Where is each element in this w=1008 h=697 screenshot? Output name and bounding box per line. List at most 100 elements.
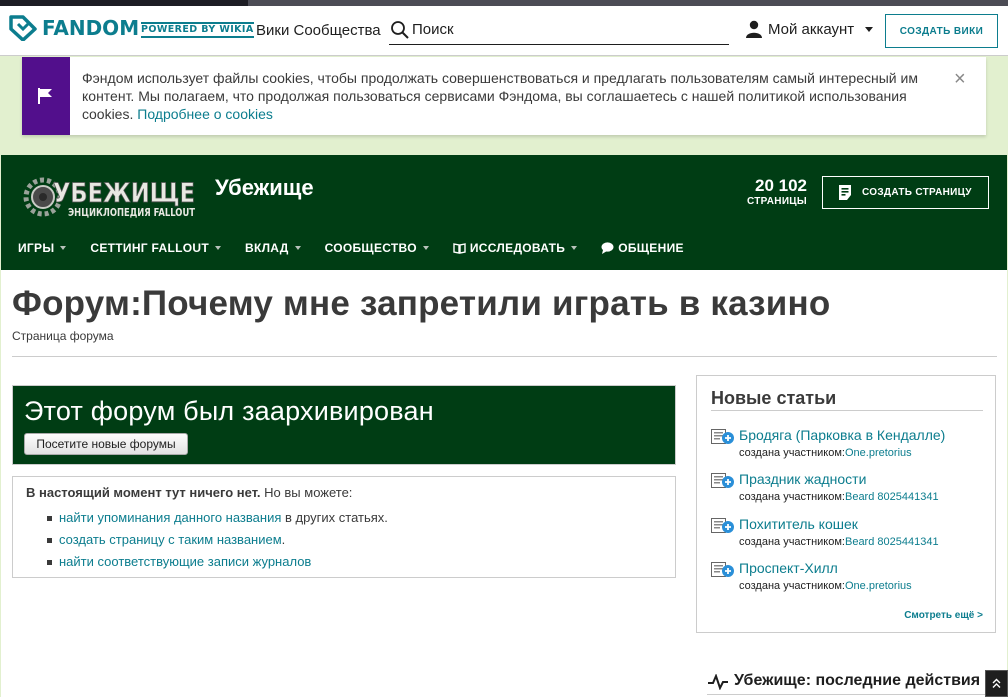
article-link[interactable]: Бродяга (Парковка в Кендалле)	[739, 427, 945, 443]
scroll-to-top-button[interactable]	[985, 670, 1008, 697]
no-article-rest: Но вы можете:	[260, 485, 353, 500]
chevron-down-icon	[214, 246, 221, 250]
article-link[interactable]: Проспект-Хилл	[739, 560, 838, 576]
speech-bubble-icon	[601, 242, 614, 254]
create-page-label: СОЗДАТЬ СТРАНИЦУ	[862, 187, 972, 198]
nav-explore[interactable]: ИССЛЕДОВАТЬ	[453, 241, 578, 255]
new-page-icon	[711, 562, 734, 577]
article-byline: создана участником:One.pretorius	[739, 447, 912, 459]
list-item: создать страницу с таким названием.	[47, 532, 662, 548]
wiki-name[interactable]: Убежище	[215, 175, 314, 201]
search-input[interactable]	[412, 21, 712, 38]
community-nav: ИГРЫ СЕТТИНГ FALLOUT ВКЛАД СООБЩЕСТВО ИС…	[18, 241, 708, 255]
archive-heading: Этот форум был заархивирован	[24, 396, 434, 426]
chevron-down-icon	[422, 246, 429, 250]
create-page-link[interactable]: создать страницу с таким названием	[59, 532, 282, 547]
byline-prefix: создана участником:	[739, 580, 845, 592]
nav-label: СЕТТИНГ FALLOUT	[90, 241, 209, 255]
article-link[interactable]: Праздник жадности	[739, 471, 866, 487]
nav-community[interactable]: СООБЩЕСТВО	[325, 241, 429, 255]
wordmark-subtitle: ЭНЦИКЛОПЕДИЯ FALLOUT	[68, 206, 195, 219]
no-article-box: В настоящий момент тут ничего нет. Но вы…	[12, 476, 676, 578]
recent-activity-heading: Убежище: последние действия	[734, 672, 981, 689]
fandom-wordmark: FANDOM	[42, 16, 140, 40]
nav-label: СООБЩЕСТВО	[324, 241, 417, 255]
cookie-policy-link[interactable]: Подробнее о cookies	[137, 106, 273, 122]
chevron-down-icon	[571, 246, 578, 250]
see-more-link[interactable]: Смотреть ещё >	[904, 610, 983, 621]
search-logs-link[interactable]: найти соответствующие записи журналов	[59, 554, 311, 569]
cookie-banner: Фэндом использует файлы cookies, чтобы п…	[22, 57, 986, 135]
recent-activity-module: Убежище: последние действия	[707, 672, 1007, 697]
nav-discuss[interactable]: ОБЩЕНИЕ	[601, 241, 684, 255]
wikis-communities-link[interactable]: Вики Сообщества	[256, 22, 381, 39]
visit-new-forums-button[interactable]: Посетите новые форумы	[24, 433, 188, 455]
user-icon	[746, 20, 762, 38]
user-link[interactable]: One.pretorius	[845, 580, 912, 592]
nav-games[interactable]: ИГРЫ	[18, 241, 67, 255]
my-account-label: Мой аккаунт	[768, 20, 855, 38]
new-articles-module: Новые статьи Бродяга (Парковка в Кендалл…	[696, 375, 996, 633]
flag-icon	[22, 57, 70, 135]
new-articles-heading: Новые статьи	[711, 388, 837, 408]
new-page-icon	[711, 518, 734, 533]
article-byline: создана участником:Beard 8025441341	[739, 536, 939, 548]
nav-label: ИССЛЕДОВАТЬ	[469, 241, 566, 255]
no-article-bold: В настоящий момент тут ничего нет.	[26, 485, 261, 500]
global-navigation: FANDOM POWERED BY WIKIA Вики Сообщества …	[0, 6, 1008, 56]
article-link[interactable]: Похититель кошек	[739, 516, 858, 532]
page-subtitle: Страница форума	[12, 329, 114, 343]
search-title-link[interactable]: найти упоминания данного названия	[59, 510, 281, 525]
divider	[12, 356, 997, 357]
cookie-banner-text: Фэндом использует файлы cookies, чтобы п…	[82, 69, 942, 123]
user-link[interactable]: One.pretorius	[845, 447, 912, 459]
new-page-icon	[711, 429, 734, 444]
list-item-suffix: .	[281, 532, 286, 547]
nav-label: ОБЩЕНИЕ	[618, 241, 684, 255]
pages-count: 20 102	[755, 176, 807, 195]
pages-label: СТРАНИЦЫ	[747, 196, 807, 207]
nav-fallout-setting[interactable]: СЕТТИНГ FALLOUT	[90, 241, 221, 255]
community-header: УБЕЖИЩЕ ЭНЦИКЛОПЕДИЯ FALLOUT Убежище 20 …	[1, 155, 1007, 270]
fandom-heart-icon	[9, 15, 37, 41]
search-icon	[391, 20, 409, 39]
activity-pulse-icon	[708, 674, 728, 690]
byline-prefix: создана участником:	[739, 447, 845, 459]
divider	[707, 694, 1007, 695]
page-title: Форум:Почему мне запретили играть в кази…	[12, 284, 831, 323]
chevron-down-icon	[294, 246, 301, 250]
wiki-wordmark[interactable]: УБЕЖИЩЕ ЭНЦИКЛОПЕДИЯ FALLOUT	[21, 174, 197, 220]
nav-label: ВКЛАД	[244, 241, 289, 255]
user-link[interactable]: Beard 8025441341	[845, 536, 939, 548]
list-item: найти соответствующие записи журналов	[47, 554, 662, 570]
byline-prefix: создана участником:	[739, 491, 845, 503]
page-counter: 20 102 СТРАНИЦЫ	[741, 176, 807, 208]
close-icon[interactable]: ×	[954, 69, 966, 89]
list-item-suffix: в других статьях.	[281, 510, 388, 525]
options-list: найти упоминания данного названия в друг…	[47, 510, 662, 570]
divider	[711, 410, 983, 411]
no-article-text: В настоящий момент тут ничего нет. Но вы…	[26, 485, 662, 500]
chevron-up-icon	[992, 678, 1001, 688]
user-link[interactable]: Beard 8025441341	[845, 491, 939, 503]
fandom-logo[interactable]: FANDOM	[9, 15, 139, 41]
page-icon	[839, 185, 851, 200]
new-page-icon	[711, 473, 734, 488]
chevron-down-icon	[865, 26, 874, 32]
page-content: Форум:Почему мне запретили играть в кази…	[1, 270, 1007, 697]
wordmark-title: УБЕЖИЩЕ	[53, 178, 195, 209]
chevron-down-icon	[60, 246, 67, 250]
nav-label: ИГРЫ	[18, 241, 55, 255]
my-account-menu[interactable]: Мой аккаунт	[745, 20, 874, 38]
book-icon	[453, 242, 466, 254]
article-byline: создана участником:Beard 8025441341	[739, 491, 939, 503]
create-wiki-button[interactable]: СОЗДАТЬ ВИКИ	[885, 14, 998, 48]
powered-by-wikia[interactable]: POWERED BY WIKIA	[141, 22, 254, 38]
nav-contribute[interactable]: ВКЛАД	[245, 241, 301, 255]
archived-forum-notice: Этот форум был заархивирован Посетите но…	[12, 385, 676, 465]
article-byline: создана участником:One.pretorius	[739, 580, 912, 592]
create-page-button[interactable]: СОЗДАТЬ СТРАНИЦУ	[822, 176, 989, 209]
byline-prefix: создана участником:	[739, 536, 845, 548]
search-bar[interactable]	[389, 15, 729, 45]
list-item: найти упоминания данного названия в друг…	[47, 510, 662, 526]
